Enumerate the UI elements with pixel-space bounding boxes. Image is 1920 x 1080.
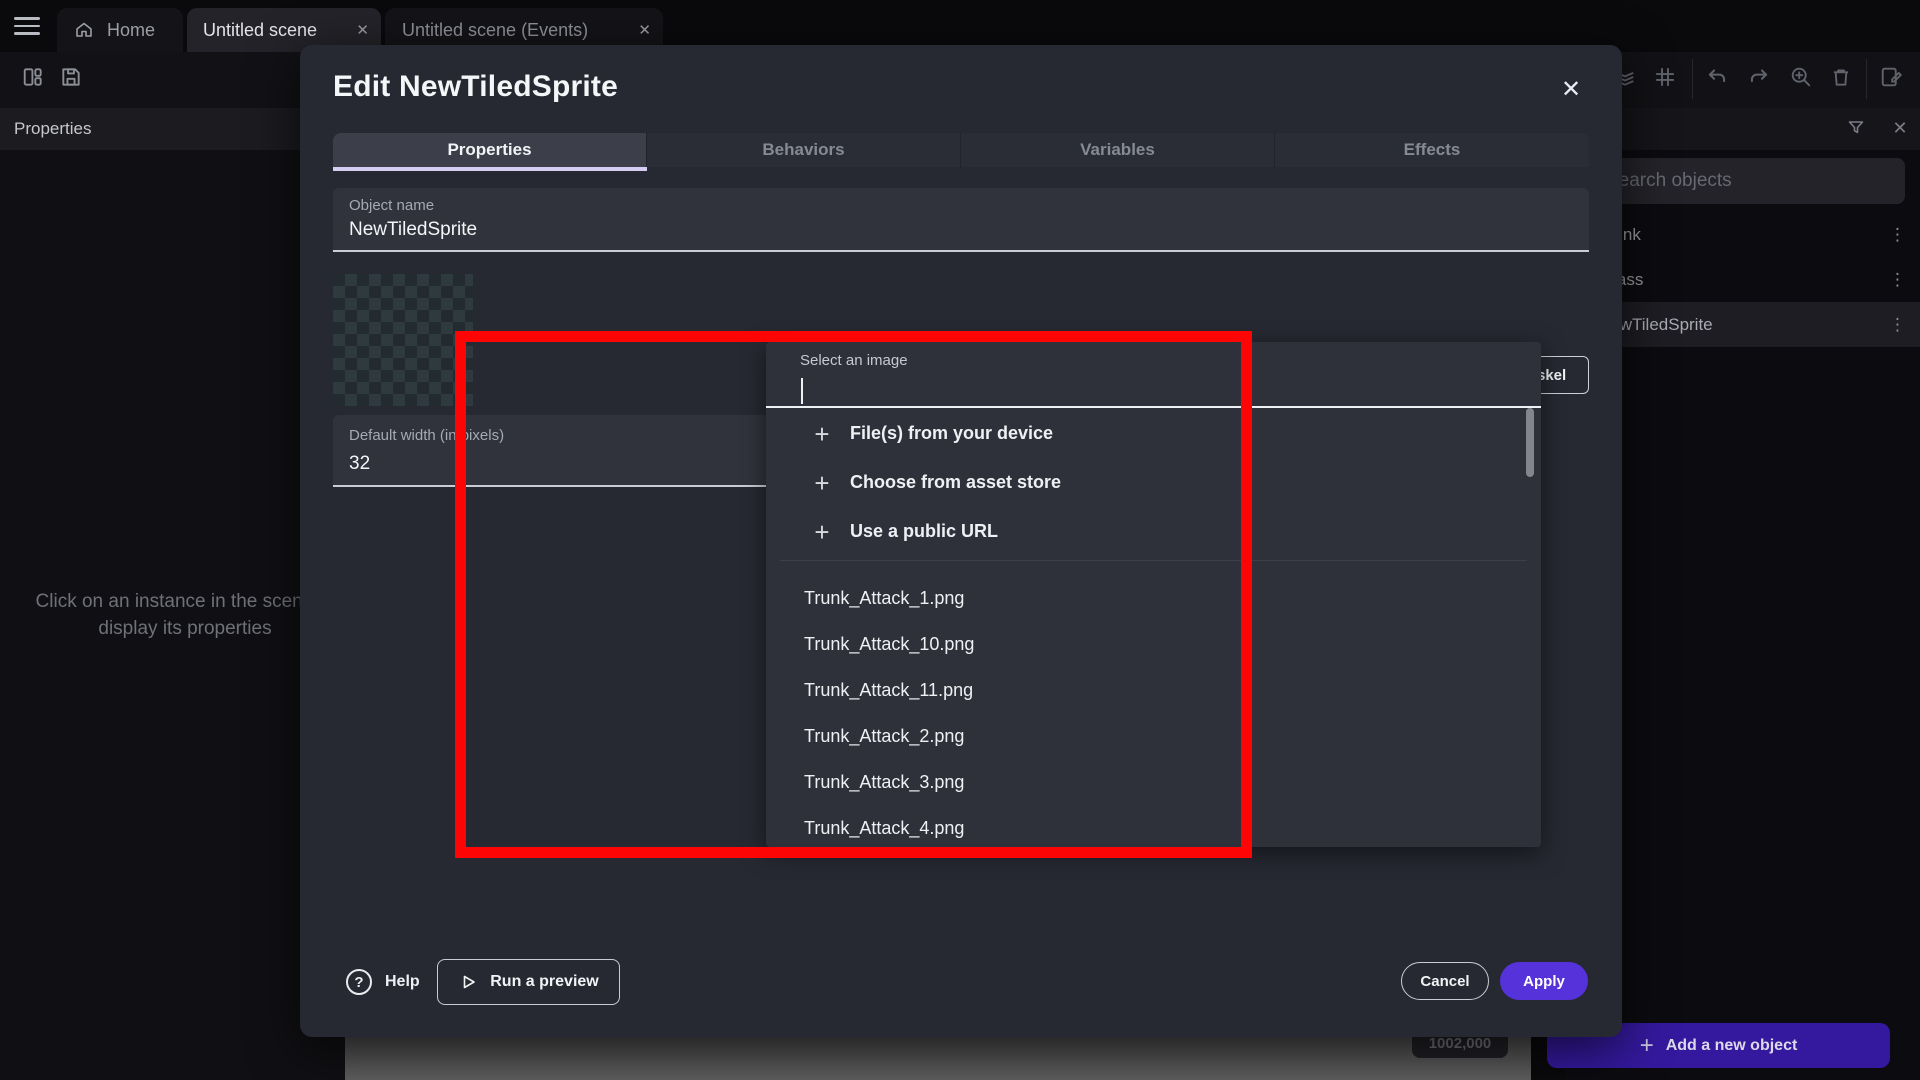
tab-behaviors[interactable]: Behaviors: [647, 133, 961, 167]
file-name: Trunk_Attack_10.png: [804, 634, 974, 655]
edit-object-dialog: Edit NewTiledSprite ✕ Properties Behavio…: [300, 45, 1622, 1037]
save-icon[interactable]: [58, 64, 84, 90]
object-name-label: Object name: [349, 197, 434, 214]
undo-icon[interactable]: [1704, 64, 1730, 90]
properties-panel-title: Properties: [14, 119, 91, 139]
plus-icon: +: [812, 522, 832, 542]
panels-layout-icon[interactable]: [20, 64, 46, 90]
file-option[interactable]: Trunk_Attack_3.png: [766, 759, 1541, 805]
tab-label: Untitled scene: [203, 20, 317, 41]
file-name: Trunk_Attack_3.png: [804, 772, 964, 793]
help-button[interactable]: ? Help: [346, 969, 420, 995]
close-panel-icon[interactable]: ✕: [1889, 117, 1911, 139]
kebab-menu-icon[interactable]: ⋮: [1889, 225, 1906, 245]
file-option[interactable]: Trunk_Attack_1.png: [766, 575, 1541, 621]
help-label: Help: [385, 973, 420, 991]
menu-item-public-url[interactable]: + Use a public URL: [766, 507, 1541, 556]
select-image-label: Select an image: [800, 352, 908, 369]
file-option[interactable]: Trunk_Attack_11.png: [766, 667, 1541, 713]
close-tab-icon[interactable]: ✕: [356, 21, 369, 39]
help-icon: ?: [346, 969, 372, 995]
input-underline: [766, 406, 1541, 408]
apply-button[interactable]: Apply: [1500, 962, 1588, 1000]
cancel-button[interactable]: Cancel: [1401, 962, 1489, 1000]
search-objects-input[interactable]: [1592, 158, 1905, 204]
file-option[interactable]: Trunk_Attack_2.png: [766, 713, 1541, 759]
close-tab-icon[interactable]: ✕: [638, 21, 651, 39]
hamburger-menu-icon[interactable]: [14, 17, 40, 35]
file-name: Trunk_Attack_4.png: [804, 818, 964, 839]
file-name: Trunk_Attack_1.png: [804, 588, 964, 609]
trash-icon[interactable]: [1828, 64, 1854, 90]
object-name-value: NewTiledSprite: [349, 219, 477, 241]
home-icon: [73, 19, 95, 41]
grid-icon[interactable]: [1652, 64, 1678, 90]
plus-icon: +: [812, 424, 832, 444]
edit-scene-events-icon[interactable]: [1878, 64, 1904, 90]
toolbar-separator: [1866, 59, 1867, 99]
dialog-title: Edit NewTiledSprite: [333, 70, 618, 104]
toolbar-separator: [1692, 59, 1693, 99]
menu-item-choose-asset-store[interactable]: + Choose from asset store: [766, 458, 1541, 507]
filter-icon[interactable]: [1845, 117, 1867, 139]
dialog-tabs: Properties Behaviors Variables Effects: [333, 133, 1589, 167]
run-preview-label: Run a preview: [490, 973, 598, 991]
sprite-transparent-preview: [333, 274, 473, 406]
select-image-input[interactable]: [800, 378, 1500, 404]
menu-item-label: Use a public URL: [850, 521, 998, 542]
select-image-dropdown: Select an image + File(s) from your devi…: [766, 342, 1541, 847]
file-option[interactable]: Trunk_Attack_10.png: [766, 621, 1541, 667]
default-width-value: 32: [349, 453, 370, 475]
redo-icon[interactable]: [1746, 64, 1772, 90]
file-option[interactable]: Trunk_Attack_4.png: [766, 805, 1541, 851]
add-object-label: Add a new object: [1666, 1037, 1798, 1055]
tab-home[interactable]: Home: [57, 8, 183, 52]
file-name: Trunk_Attack_11.png: [804, 680, 973, 701]
run-a-preview-button[interactable]: Run a preview: [437, 959, 620, 1005]
plus-icon: +: [1640, 1032, 1654, 1060]
object-name-field[interactable]: Object name NewTiledSprite: [333, 188, 1589, 252]
tab-effects[interactable]: Effects: [1275, 133, 1589, 167]
menu-item-label: File(s) from your device: [850, 423, 1053, 444]
menu-divider: [780, 560, 1527, 561]
tab-home-label: Home: [107, 20, 155, 41]
tab-variables[interactable]: Variables: [961, 133, 1275, 167]
menu-item-label: Choose from asset store: [850, 472, 1061, 493]
zoom-in-icon[interactable]: [1788, 64, 1814, 90]
dropdown-scrollbar[interactable]: [1526, 408, 1534, 477]
tab-properties[interactable]: Properties: [333, 133, 647, 167]
kebab-menu-icon[interactable]: ⋮: [1889, 315, 1906, 335]
file-name: Trunk_Attack_2.png: [804, 726, 964, 747]
kebab-menu-icon[interactable]: ⋮: [1889, 270, 1906, 290]
tab-label: Untitled scene (Events): [402, 20, 588, 41]
menu-item-files-from-device[interactable]: + File(s) from your device: [766, 409, 1541, 458]
close-dialog-icon[interactable]: ✕: [1556, 75, 1586, 105]
active-tab-underline: [333, 167, 647, 171]
default-width-label: Default width (in pixels): [349, 427, 504, 444]
play-icon: [458, 972, 478, 992]
scene-canvas[interactable]: [345, 1037, 1531, 1080]
plus-icon: +: [812, 473, 832, 493]
